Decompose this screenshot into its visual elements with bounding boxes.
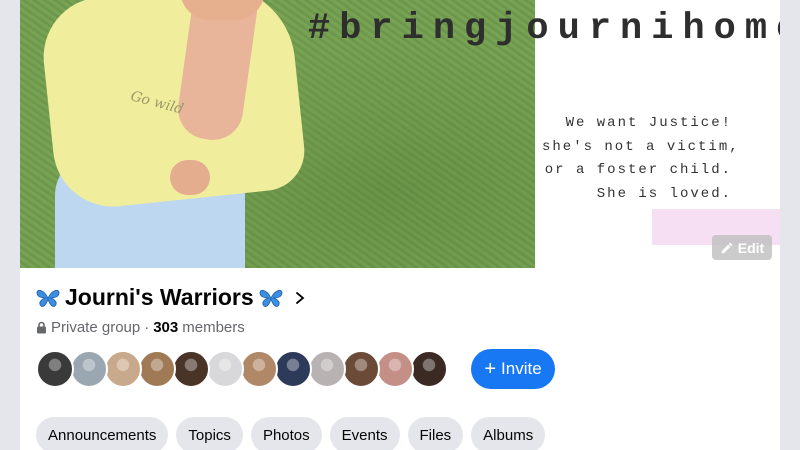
- edit-cover-button[interactable]: Edit: [712, 235, 772, 260]
- butterfly-icon: [259, 289, 283, 307]
- member-avatar[interactable]: [36, 350, 74, 388]
- member-avatar[interactable]: [104, 350, 142, 388]
- cover-message: We want Justice! she's not a victim, or …: [542, 112, 740, 206]
- cover-message-line: or a foster child.: [544, 162, 732, 178]
- tab-events[interactable]: Events: [329, 417, 400, 450]
- invite-button[interactable]: + Invite: [471, 349, 555, 389]
- pencil-icon: [721, 242, 733, 253]
- group-page: Go wild #bringjournihome We want Justice…: [20, 0, 780, 450]
- member-avatar[interactable]: [138, 350, 176, 388]
- invite-label: Invite: [501, 359, 542, 378]
- member-count[interactable]: 303: [153, 319, 178, 336]
- cover-message-line: she's not a victim,: [542, 138, 740, 155]
- plus-icon: +: [484, 358, 497, 380]
- members-label[interactable]: members: [182, 319, 245, 336]
- group-name: Journi's Warriors: [65, 284, 254, 310]
- group-title[interactable]: Journi's Warriors: [35, 284, 306, 311]
- privacy-label: Private group: [51, 319, 141, 336]
- cover-photo[interactable]: Go wild #bringjournihome We want Justice…: [20, 0, 780, 268]
- member-avatar[interactable]: [206, 350, 244, 388]
- cover-hashtag: #bringjournihome: [308, 8, 780, 50]
- member-avatar[interactable]: [172, 350, 210, 388]
- member-avatar[interactable]: [410, 350, 448, 388]
- butterfly-icon: [36, 289, 60, 307]
- member-avatar[interactable]: [376, 350, 414, 388]
- tab-announcements[interactable]: Announcements: [36, 417, 169, 450]
- meta-separator: ·: [144, 319, 150, 336]
- edit-label: Edit: [737, 239, 765, 256]
- member-avatar[interactable]: [342, 350, 380, 388]
- group-tabs: Announcements Topics Photos Events Files…: [36, 417, 546, 450]
- member-avatar[interactable]: [274, 350, 312, 388]
- tab-files[interactable]: Files: [407, 417, 464, 450]
- group-meta: Private group · 303 members: [36, 319, 245, 336]
- cover-message-line: She is loved.: [596, 185, 732, 202]
- member-avatar[interactable]: [240, 350, 278, 388]
- cover-message-line: We want Justice!: [565, 115, 732, 131]
- tab-photos[interactable]: Photos: [250, 417, 322, 450]
- lock-icon: [37, 321, 46, 334]
- child-hand: [170, 160, 210, 195]
- member-avatars[interactable]: [36, 350, 448, 388]
- member-avatar[interactable]: [308, 350, 346, 388]
- tab-albums[interactable]: Albums: [471, 417, 546, 450]
- member-avatar[interactable]: [70, 350, 108, 388]
- tab-topics[interactable]: Topics: [176, 417, 243, 450]
- chevron-right-icon: [295, 291, 305, 304]
